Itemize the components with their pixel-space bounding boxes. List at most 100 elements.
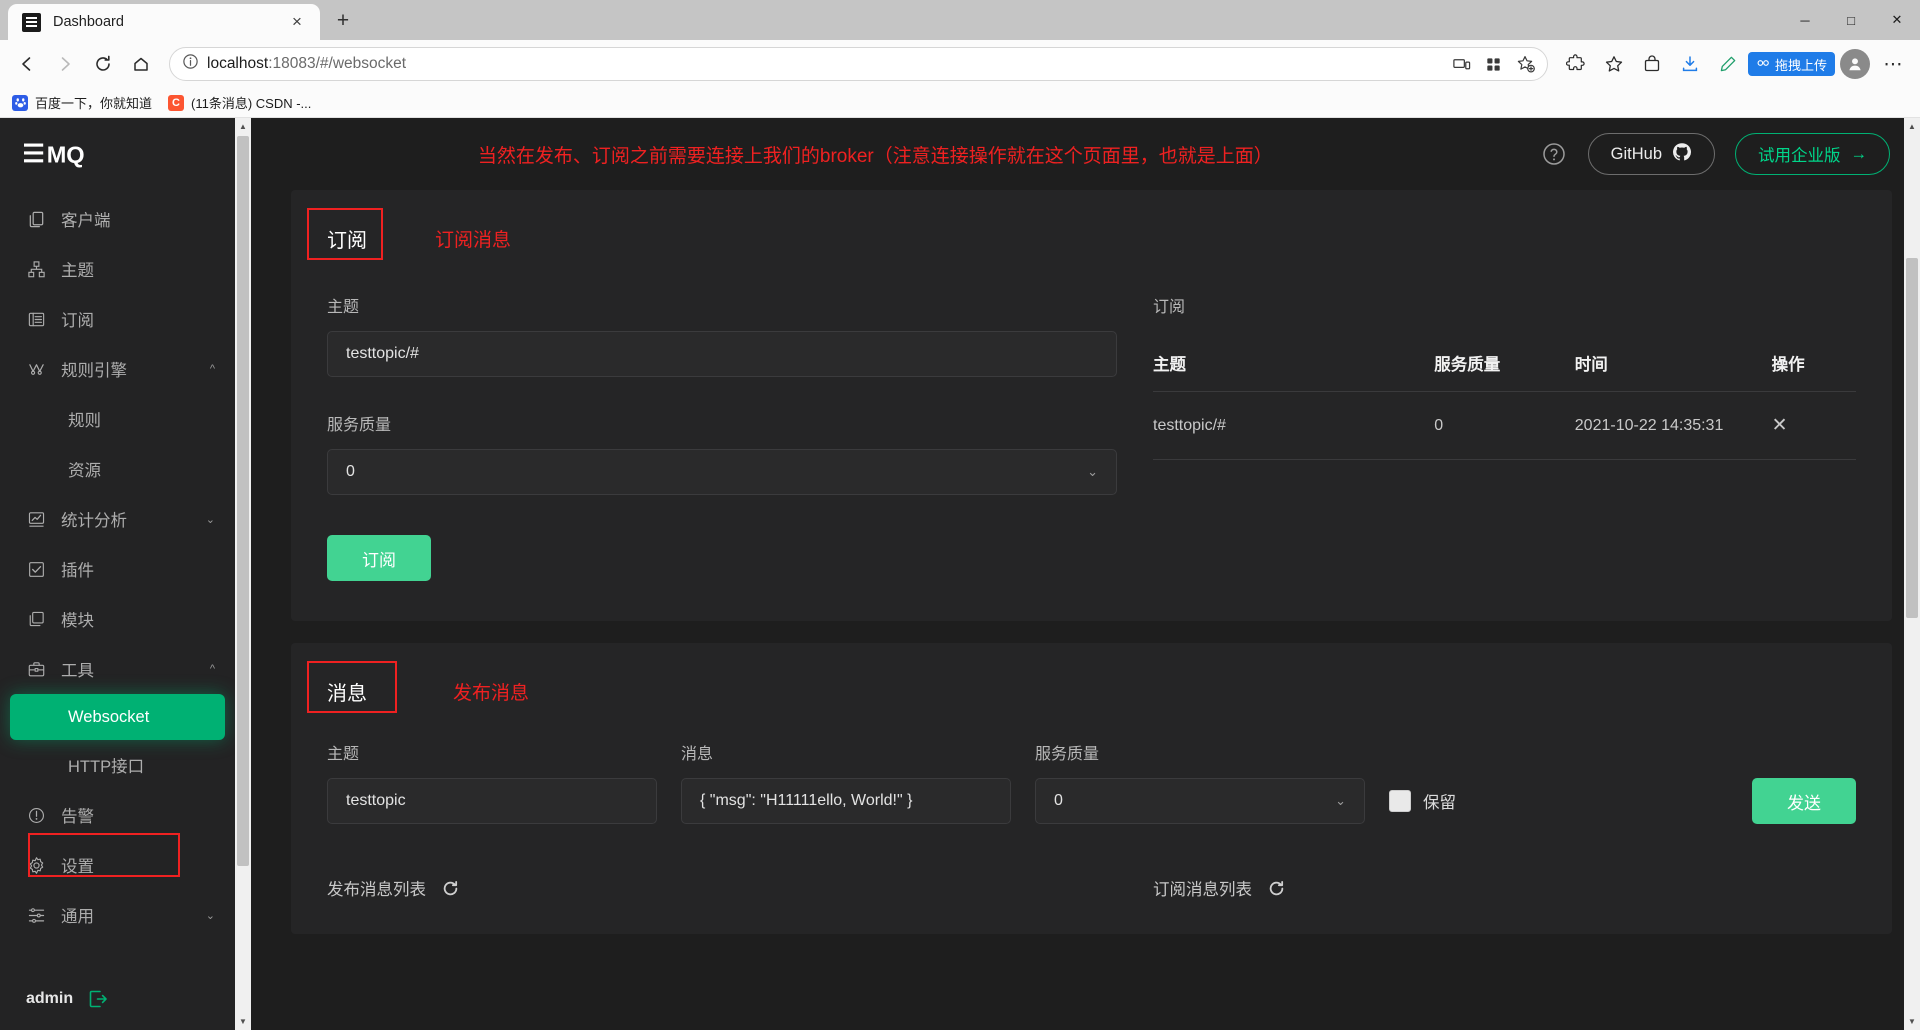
chevron-down-icon[interactable]: ⌄ — [206, 909, 215, 922]
favorites-icon[interactable] — [1596, 46, 1632, 82]
publish-list-label: 发布消息列表 — [327, 881, 426, 899]
reload-icon[interactable] — [85, 46, 121, 82]
profile-avatar[interactable] — [1840, 49, 1870, 79]
subscribe-topic-label: 主题 — [327, 299, 360, 316]
refresh-icon[interactable] — [442, 880, 459, 897]
github-button[interactable]: GitHub — [1587, 133, 1715, 175]
add-favorite-icon[interactable] — [1511, 49, 1541, 79]
chevron-down-icon[interactable]: ⌄ — [206, 513, 215, 526]
scroll-up-icon[interactable]: ▲ — [235, 118, 251, 135]
publish-topic-label: 主题 — [327, 746, 360, 763]
extensions-icon[interactable] — [1558, 46, 1594, 82]
subscribe-card-body: 主题 testtopic/# 服务质量 0 ⌄ 订阅 订阅 主题 服务质量 时间… — [327, 293, 1856, 581]
retain-checkbox[interactable] — [1389, 790, 1411, 812]
alarm-icon — [26, 805, 47, 826]
general-icon — [26, 905, 47, 926]
chevron-up-icon[interactable]: ^ — [210, 363, 215, 375]
publish-card-title: 消息 — [327, 683, 367, 705]
bookmark-label: (11条消息) CSDN -... — [191, 96, 312, 111]
cast-device-icon[interactable] — [1447, 49, 1477, 79]
sidebar-item-settings[interactable]: 设置 — [0, 840, 235, 890]
svg-text:MQ: MQ — [47, 142, 85, 168]
publish-message-input[interactable]: { "msg": "H11111ello, World!" } — [681, 778, 1011, 824]
refresh-icon[interactable] — [1268, 880, 1285, 897]
close-icon[interactable]: × — [284, 9, 310, 35]
shopping-icon[interactable] — [1634, 46, 1670, 82]
publish-qos-select[interactable]: 0 ⌄ — [1035, 778, 1365, 824]
sidebar-item-label: 通用 — [61, 908, 94, 926]
sidebar-item-label: 告警 — [61, 808, 94, 826]
sidebar-item-http-api[interactable]: HTTP接口 — [0, 740, 235, 790]
subscribe-button[interactable]: 订阅 — [327, 535, 431, 581]
address-bar[interactable]: localhost:18083/#/websocket — [169, 47, 1548, 81]
send-button[interactable]: 发送 — [1752, 778, 1856, 824]
sidebar-item-clients[interactable]: 客户端 — [0, 194, 235, 244]
sidebar-item-label: 规则 — [68, 412, 101, 430]
sidebar-item-analytics[interactable]: 统计分析 ⌄ — [0, 494, 235, 544]
chevron-down-icon[interactable]: ⌄ — [1335, 793, 1346, 809]
downloads-icon[interactable] — [1672, 46, 1708, 82]
omnibox-actions — [1447, 49, 1541, 79]
bookmark-baidu[interactable]: 百度一下，你就知道 — [12, 93, 152, 112]
clients-icon — [26, 209, 47, 230]
sidebar-item-label: 资源 — [68, 462, 101, 480]
browser-tab-dashboard[interactable]: Dashboard × — [8, 4, 320, 40]
sidebar-item-resources[interactable]: 资源 — [0, 444, 235, 494]
back-icon[interactable] — [9, 46, 45, 82]
page-scrollbar[interactable]: ▲ ▼ — [1904, 118, 1920, 1030]
sidebar-item-label: 订阅 — [61, 312, 94, 330]
new-tab-button[interactable]: + — [326, 4, 360, 38]
bookmark-csdn[interactable]: C (11条消息) CSDN -... — [168, 93, 311, 112]
help-circle-icon[interactable] — [1540, 140, 1568, 168]
column-header-time: 时间 — [1574, 335, 1772, 392]
unsubscribe-close-icon[interactable]: ✕ — [1772, 415, 1788, 436]
tab-strip: Dashboard × + ─ □ ✕ — [0, 0, 1920, 40]
sidebar-item-subscriptions[interactable]: 订阅 — [0, 294, 235, 344]
cell-qos: 0 — [1434, 391, 1575, 460]
publish-retain-group[interactable]: 保留 — [1389, 778, 1456, 824]
subscribe-topic-input[interactable]: testtopic/# — [327, 331, 1117, 377]
publish-topic-input[interactable]: testtopic — [327, 778, 657, 824]
column-header-qos: 服务质量 — [1434, 335, 1575, 392]
scroll-up-icon[interactable]: ▲ — [1904, 118, 1920, 135]
scroll-down-icon[interactable]: ▼ — [1904, 1013, 1920, 1030]
sidebar-item-websocket[interactable]: Websocket — [10, 694, 225, 740]
forward-icon — [47, 46, 83, 82]
collections-icon[interactable] — [1479, 49, 1509, 79]
home-icon[interactable] — [123, 46, 159, 82]
subscribe-form: 主题 testtopic/# 服务质量 0 ⌄ 订阅 — [327, 293, 1117, 581]
window-close-icon[interactable]: ✕ — [1874, 0, 1920, 40]
arrow-right-icon: → — [1850, 144, 1868, 163]
scroll-down-icon[interactable]: ▼ — [235, 1013, 251, 1030]
upload-pill-button[interactable]: 拖拽上传 — [1747, 52, 1835, 76]
publish-topic-group: 主题 testtopic — [327, 740, 657, 824]
chevron-up-icon[interactable]: ^ — [210, 663, 215, 675]
topics-icon — [26, 259, 47, 280]
sidebar-item-topics[interactable]: 主题 — [0, 244, 235, 294]
logout-icon[interactable] — [87, 988, 109, 1010]
subscribe-submit-wrap: 订阅 — [327, 535, 1117, 581]
sidebar-item-general[interactable]: 通用 ⌄ — [0, 890, 235, 940]
sidebar-item-alarm[interactable]: 告警 — [0, 790, 235, 840]
maximize-icon[interactable]: □ — [1828, 0, 1874, 40]
sidebar-scrollbar[interactable]: ▲ ▼ — [235, 118, 251, 1030]
sidebar-item-modules[interactable]: 模块 — [0, 594, 235, 644]
info-circle-icon[interactable] — [182, 53, 199, 75]
enterprise-trial-button[interactable]: 试用企业版 → — [1735, 133, 1890, 175]
sidebar-item-rule-engine[interactable]: 规则引擎 ^ — [0, 344, 235, 394]
edit-icon[interactable] — [1710, 46, 1746, 82]
sidebar-item-rules[interactable]: 规则 — [0, 394, 235, 444]
sidebar-item-plugins[interactable]: 插件 — [0, 544, 235, 594]
cell-time: 2021-10-22 14:35:31 — [1574, 391, 1772, 460]
page-scrollbar-thumb[interactable] — [1906, 258, 1918, 618]
sidebar-scrollbar-thumb[interactable] — [237, 136, 249, 866]
publish-message-group: 消息 { "msg": "H11111ello, World!" } — [681, 740, 1011, 824]
subscription-table-body: testtopic/# 0 2021-10-22 14:35:31 ✕ — [1153, 391, 1856, 460]
minimize-icon[interactable]: ─ — [1782, 0, 1828, 40]
emq-brand-logo[interactable]: MQ — [0, 118, 235, 190]
url-text[interactable]: localhost:18083/#/websocket — [207, 55, 1439, 73]
chevron-down-icon[interactable]: ⌄ — [1087, 464, 1098, 480]
more-options-icon[interactable]: ⋯ — [1875, 46, 1911, 82]
sidebar-item-tools[interactable]: 工具 ^ — [0, 644, 235, 694]
subscribe-qos-select[interactable]: 0 ⌄ — [327, 449, 1117, 495]
